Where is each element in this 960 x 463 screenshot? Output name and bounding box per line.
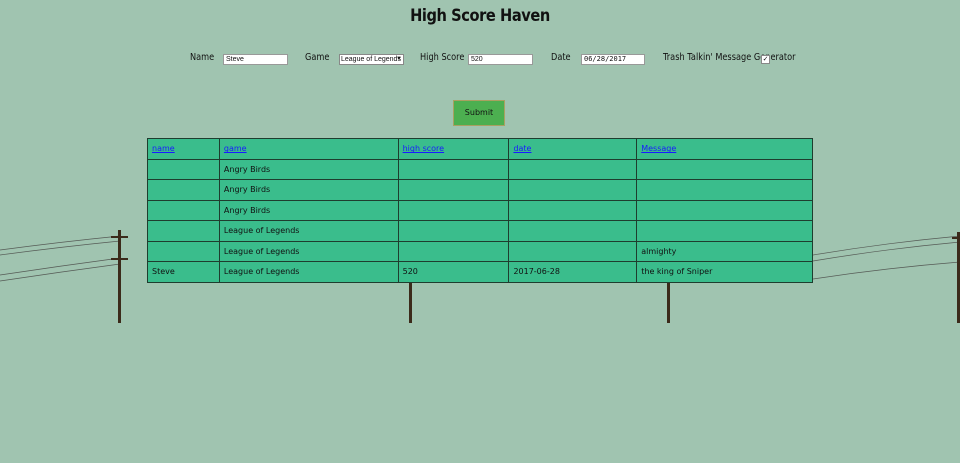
- cell-game: League of Legends: [218, 240, 399, 262]
- name-label: Name: [190, 52, 215, 63]
- cell-score: 520: [397, 261, 510, 283]
- cell-date: [508, 199, 638, 221]
- table-row: League of Legends: [147, 220, 813, 242]
- high-score-table: name game high score date Message Angry …: [147, 138, 813, 283]
- date-input[interactable]: 06/28/2017: [581, 54, 645, 65]
- cell-date: [508, 158, 638, 180]
- utility-pole-right: [667, 283, 670, 323]
- utility-pole-center: [409, 283, 412, 323]
- cell-game: Angry Birds: [218, 199, 399, 221]
- cell-date: [508, 179, 638, 201]
- header-game[interactable]: game: [218, 138, 399, 160]
- cell-message: the king of Sniper: [636, 261, 813, 283]
- cell-game: League of Legends: [218, 220, 399, 242]
- high-score-label: High Score: [420, 52, 465, 63]
- cell-name: [147, 240, 220, 262]
- cell-date: 2017-06-28: [508, 261, 638, 283]
- cell-game: Angry Birds: [218, 158, 399, 180]
- cell-message: [636, 199, 813, 221]
- date-label: Date: [551, 52, 571, 63]
- cell-message: almighty: [636, 240, 813, 262]
- table-row: Angry Birds: [147, 199, 813, 221]
- cell-score: [397, 240, 510, 262]
- page-title: High Score Haven: [410, 6, 550, 26]
- game-select-value: League of Legends: [341, 56, 401, 63]
- cell-score: [397, 199, 510, 221]
- cell-date: [508, 220, 638, 242]
- cell-name: [147, 158, 220, 180]
- cell-game: League of Legends: [218, 261, 399, 283]
- game-select[interactable]: League of Legends ▼: [339, 54, 404, 65]
- cell-date: [508, 240, 638, 262]
- game-label: Game: [305, 52, 330, 63]
- cell-message: [636, 220, 813, 242]
- high-score-input[interactable]: 520: [468, 54, 533, 65]
- cell-name: [147, 220, 220, 242]
- chevron-down-icon: ▼: [396, 56, 402, 62]
- cell-message: [636, 179, 813, 201]
- header-name[interactable]: name: [147, 138, 220, 160]
- trash-talk-checkbox[interactable]: ✓: [761, 55, 770, 64]
- header-high-score[interactable]: high score: [397, 138, 510, 160]
- table-row: Steve League of Legends 520 2017-06-28 t…: [147, 261, 813, 283]
- cell-name: [147, 179, 220, 201]
- name-input[interactable]: Steve: [223, 54, 288, 65]
- table-row: Angry Birds: [147, 158, 813, 180]
- utility-pole-left: [111, 230, 128, 323]
- trash-talk-label: Trash Talkin' Message Generator: [663, 52, 796, 63]
- cell-score: [397, 158, 510, 180]
- cell-name: Steve: [147, 261, 220, 283]
- checkmark-icon: ✓: [762, 56, 769, 63]
- table-row: League of Legends almighty: [147, 240, 813, 262]
- cell-score: [397, 220, 510, 242]
- cell-score: [397, 179, 510, 201]
- cell-name: [147, 199, 220, 221]
- cell-message: [636, 158, 813, 180]
- header-date[interactable]: date: [508, 138, 638, 160]
- cell-game: Angry Birds: [218, 179, 399, 201]
- utility-pole-far-right: [952, 232, 960, 323]
- header-message[interactable]: Message: [636, 138, 813, 160]
- table-row: Angry Birds: [147, 179, 813, 201]
- table-header-row: name game high score date Message: [147, 138, 813, 160]
- submit-button[interactable]: Submit: [453, 100, 505, 126]
